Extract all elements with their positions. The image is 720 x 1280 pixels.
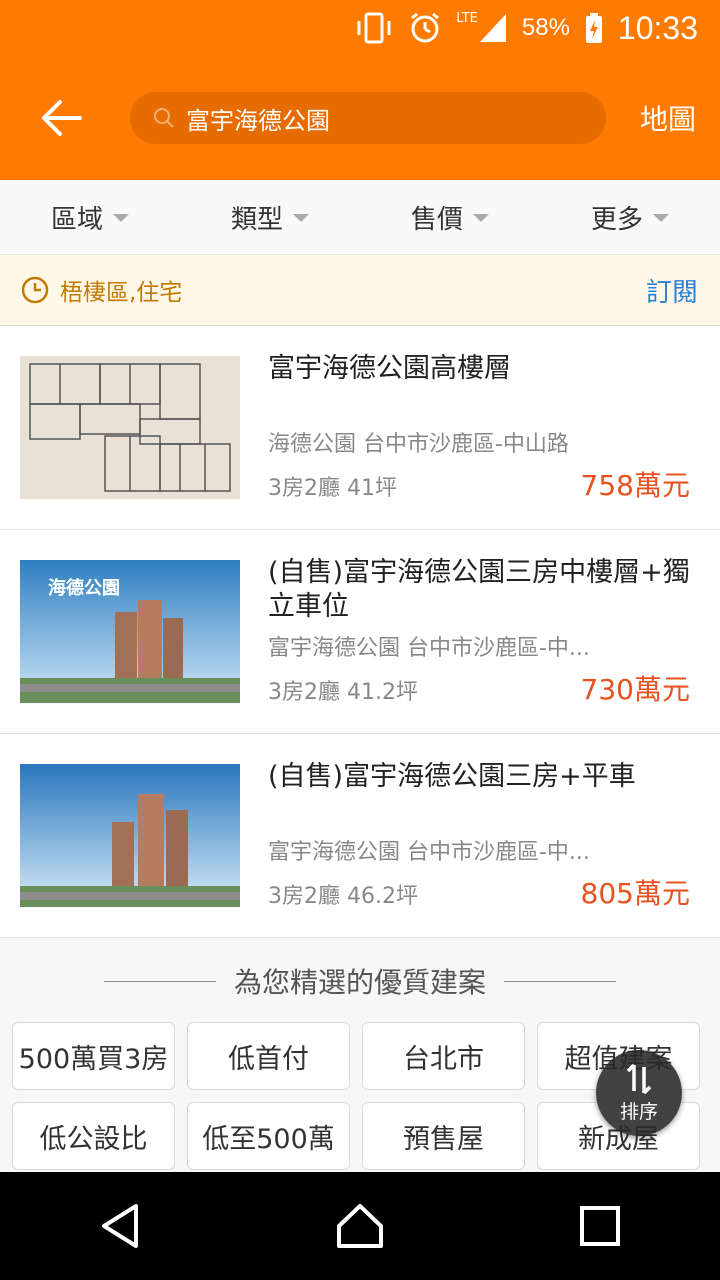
- listing-title: (自售)富宇海德公園三房+平車: [268, 761, 636, 792]
- signal-icon: [479, 14, 506, 42]
- alarm-icon: [411, 12, 440, 43]
- listing-price: 805萬元: [580, 877, 690, 910]
- listing-spec: 3房2廳 41.2坪: [268, 680, 418, 705]
- logo-text: 海德公園: [48, 577, 120, 599]
- search-input[interactable]: 富宇海德公園: [130, 92, 606, 144]
- nav-back-button[interactable]: [80, 1186, 160, 1266]
- search-icon: [154, 108, 174, 128]
- floorplan-image: [20, 356, 240, 499]
- tag-button[interactable]: 低首付: [187, 1022, 350, 1090]
- divider: [103, 980, 216, 982]
- dropdown-arrow-icon: [293, 214, 309, 222]
- clock-icon: [21, 276, 49, 304]
- listing-spec: 3房2廳 41坪: [268, 476, 397, 501]
- building-image: [20, 764, 240, 907]
- sort-icon: [626, 1063, 652, 1094]
- filter-label: 區域: [50, 204, 103, 235]
- network-label: LTE: [456, 10, 478, 26]
- battery-percent: 58%: [521, 14, 570, 41]
- listing-price: 730萬元: [580, 673, 690, 706]
- nav-home-button[interactable]: [320, 1186, 400, 1266]
- nav-recents-button[interactable]: [560, 1186, 640, 1266]
- featured-heading: 為您精選的優質建案: [0, 938, 720, 1024]
- tag-button[interactable]: 台北市: [362, 1022, 525, 1090]
- nav-back-icon: [102, 1204, 138, 1248]
- tag-button[interactable]: 低至500萬: [187, 1102, 350, 1170]
- battery-charging-icon: [585, 13, 602, 43]
- dropdown-arrow-icon: [113, 214, 129, 222]
- sort-button[interactable]: 排序: [596, 1050, 682, 1136]
- listing-spec: 3房2廳 46.2坪: [268, 884, 418, 909]
- filter-bar: 區域 類型 售價 更多: [0, 180, 720, 255]
- listing-title: 富宇海德公園高樓層: [268, 353, 511, 384]
- back-arrow-icon[interactable]: [40, 96, 84, 140]
- tag-button[interactable]: 低公設比: [12, 1102, 175, 1170]
- tag-button[interactable]: 預售屋: [362, 1102, 525, 1170]
- nav-recents-icon: [580, 1206, 620, 1246]
- filter-label: 售價: [410, 204, 463, 235]
- subscribe-button[interactable]: 訂閱: [646, 272, 698, 309]
- listing-item[interactable]: (自售)富宇海德公園三房+平車 富宇海德公園 台中市沙鹿區-中... 3房2廳 …: [0, 734, 720, 938]
- listing-address: 海德公園 台中市沙鹿區-中山路: [268, 432, 569, 457]
- listing-address: 富宇海德公園 台中市沙鹿區-中...: [268, 636, 590, 661]
- filter-type[interactable]: 類型: [180, 180, 360, 254]
- vibrate-icon: [357, 12, 391, 44]
- system-nav-bar: [0, 1172, 720, 1280]
- app-bar: 富宇海德公園 地圖: [0, 56, 720, 180]
- search-criteria-bar: 梧棲區,住宅 訂閱: [0, 255, 720, 326]
- status-bar: LTE 58% 10:33: [0, 0, 720, 56]
- listing-item[interactable]: 富宇海德公園高樓層 海德公園 台中市沙鹿區-中山路 3房2廳 41坪 758萬元: [0, 326, 720, 530]
- search-query: 富宇海德公園: [186, 106, 330, 135]
- divider: [504, 980, 616, 982]
- tag-button[interactable]: 500萬買3房: [12, 1022, 175, 1090]
- criteria-text: 梧棲區,住宅: [60, 280, 183, 306]
- dropdown-arrow-icon: [473, 214, 489, 222]
- filter-more[interactable]: 更多: [540, 180, 720, 254]
- clock-time: 10:33: [617, 9, 698, 46]
- filter-label: 更多: [590, 204, 643, 235]
- building-image: 海德公園: [20, 560, 240, 703]
- nav-home-icon: [337, 1204, 383, 1248]
- listing-price: 758萬元: [580, 469, 690, 502]
- map-button[interactable]: 地圖: [640, 98, 696, 138]
- listing-list: 富宇海德公園高樓層 海德公園 台中市沙鹿區-中山路 3房2廳 41坪 758萬元…: [0, 326, 720, 938]
- filter-label: 類型: [230, 204, 283, 235]
- sort-label: 排序: [619, 1100, 658, 1123]
- listing-item[interactable]: 海德公園 (自售)富宇海德公園三房中樓層+獨立車位 富宇海德公園 台中市沙鹿區-…: [0, 530, 720, 734]
- listing-address: 富宇海德公園 台中市沙鹿區-中...: [268, 840, 590, 865]
- filter-price[interactable]: 售價: [360, 180, 540, 254]
- featured-title: 為您精選的優質建案: [233, 966, 486, 999]
- filter-region[interactable]: 區域: [0, 180, 180, 254]
- listing-title: (自售)富宇海德公園三房中樓層+獨立車位: [268, 557, 690, 622]
- dropdown-arrow-icon: [653, 214, 669, 222]
